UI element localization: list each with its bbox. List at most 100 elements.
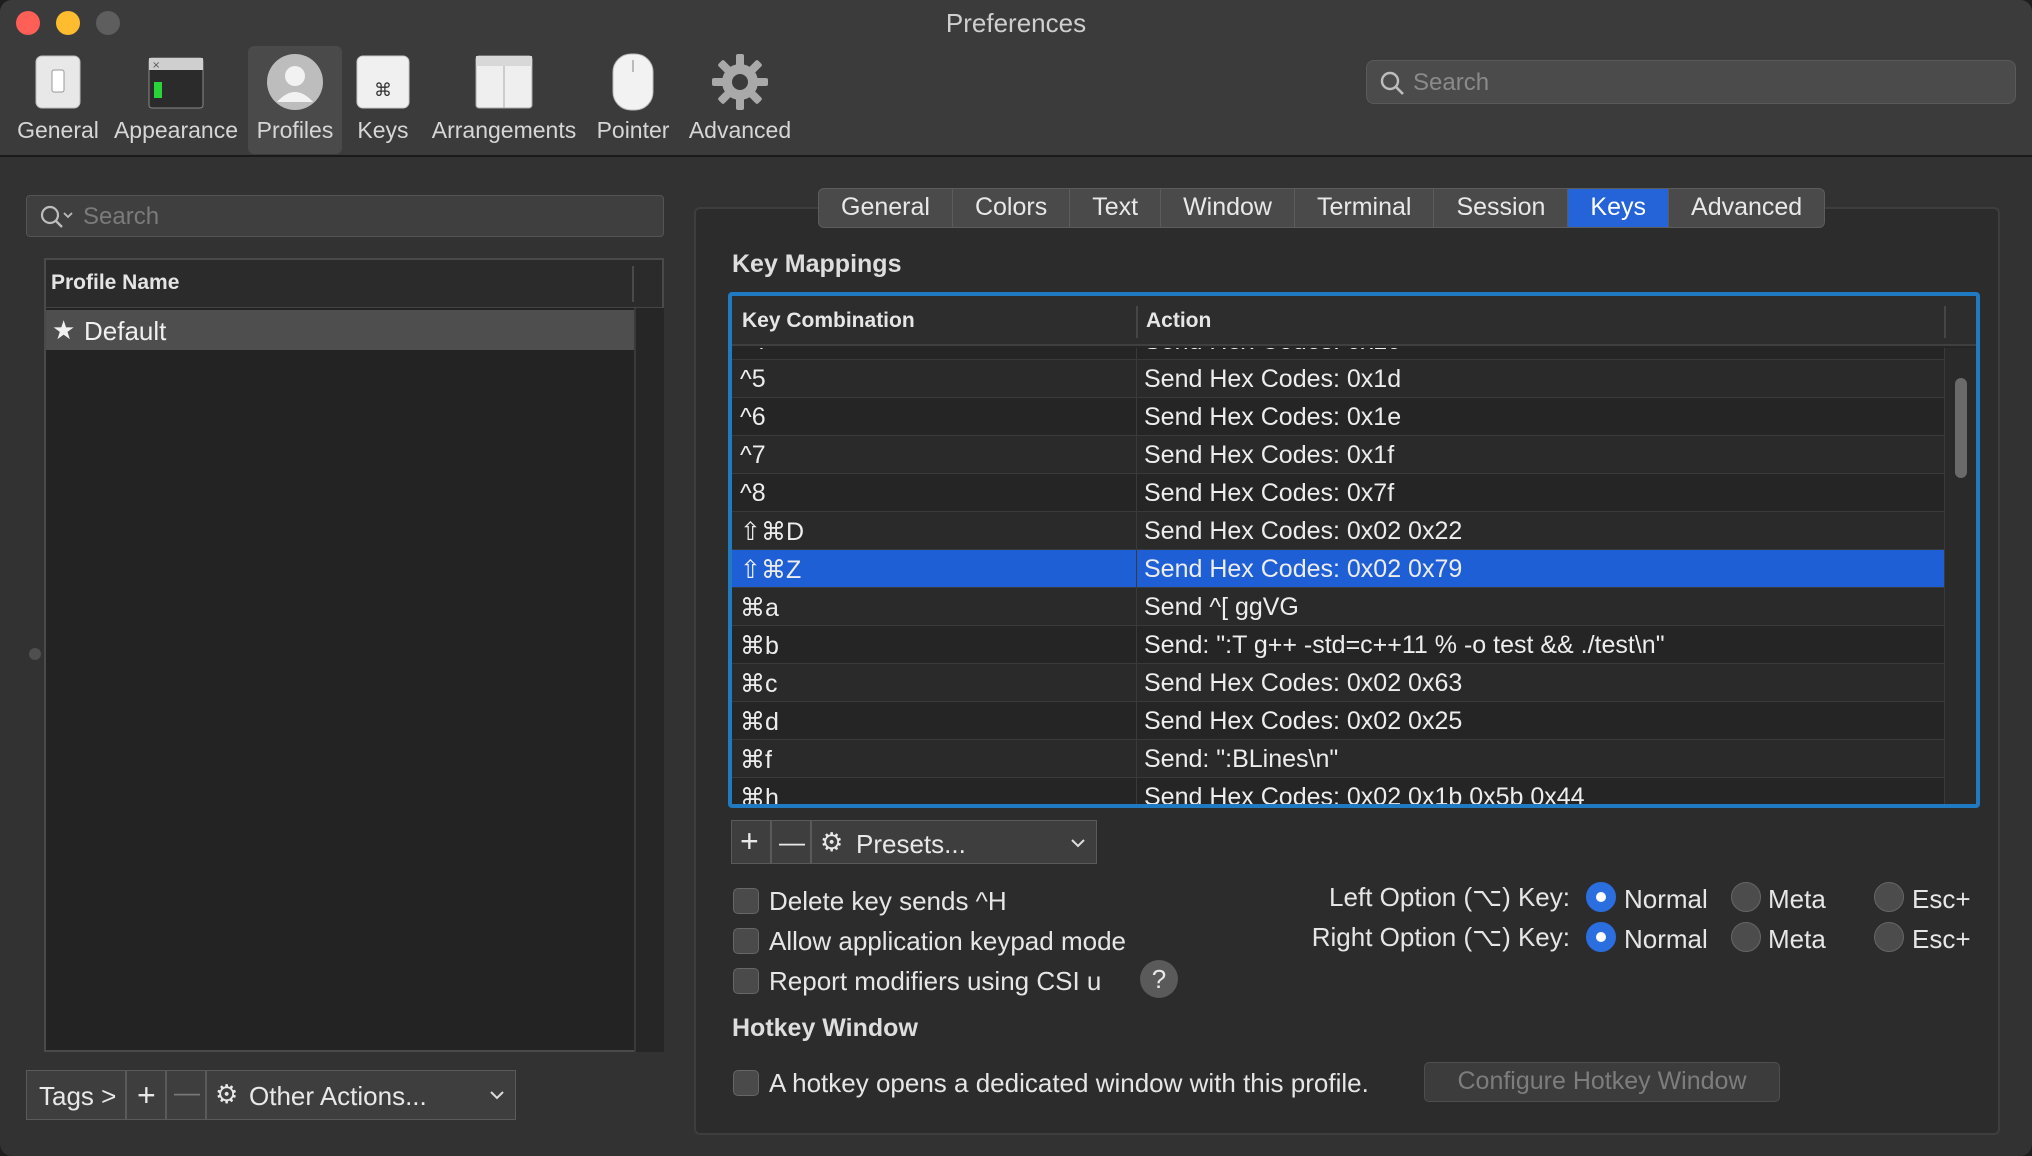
profile-name-column-header[interactable]: Profile Name <box>51 271 179 295</box>
key-mapping-row[interactable]: ⇧⌘D Send Hex Codes: 0x02 0x22 <box>732 512 1944 550</box>
search-dropdown-icon <box>40 205 73 228</box>
tab-window[interactable]: Window <box>1161 189 1295 227</box>
toolbar-search[interactable]: Search <box>1366 60 2016 104</box>
profile-list-scroll-track[interactable] <box>634 308 664 1052</box>
tab-terminal[interactable]: Terminal <box>1295 189 1435 227</box>
toolbar-appearance[interactable]: × Appearance <box>112 46 240 154</box>
action-cell: Send Hex Codes: 0x1e <box>1144 403 1402 431</box>
key-mapping-row[interactable]: ^8 Send Hex Codes: 0x7f <box>732 474 1944 512</box>
cell-separator <box>1136 436 1137 474</box>
key-combination-column-header[interactable]: Key Combination <box>742 309 915 333</box>
profile-row-default[interactable]: ★ Default <box>46 310 634 350</box>
left-option-meta-radio[interactable] <box>1731 882 1761 912</box>
tab-colors[interactable]: Colors <box>953 189 1071 227</box>
profiles-person-icon <box>267 54 323 110</box>
left-option-esc-radio[interactable] <box>1874 882 1904 912</box>
add-profile-button[interactable]: + <box>126 1070 166 1120</box>
presets-dropdown[interactable]: ⚙ Presets... <box>811 820 1097 864</box>
default-star-icon: ★ <box>52 315 76 345</box>
key-mappings-scrollbar[interactable] <box>1944 348 1976 804</box>
toolbar-profiles[interactable]: Profiles <box>248 46 342 154</box>
cell-separator <box>1136 348 1137 360</box>
key-mapping-row[interactable]: ⌘b Send: ":T g++ -std=c++11 % -o test && … <box>732 626 1944 664</box>
toolbar-pointer[interactable]: Pointer <box>592 46 674 154</box>
tab-general[interactable]: General <box>819 189 953 227</box>
key-mapping-row[interactable]: ⌘f Send: ":BLines\n" <box>732 740 1944 778</box>
help-button[interactable]: ? <box>1140 960 1178 998</box>
right-option-meta-radio[interactable] <box>1731 922 1761 952</box>
hotkey-checkbox[interactable] <box>733 1070 759 1096</box>
key-mapping-row[interactable]: ⌘d Send Hex Codes: 0x02 0x25 <box>732 702 1944 740</box>
key-combination-cell: ⇧⌘Z <box>740 556 802 584</box>
key-mappings-table[interactable]: Key Combination Action ^4 Send Hex Codes:… <box>728 292 1980 808</box>
keypad-mode-checkbox[interactable] <box>733 928 759 954</box>
key-mapping-row[interactable]: ⌘a Send ^[ ggVG <box>732 588 1944 626</box>
left-option-normal-radio[interactable] <box>1586 882 1616 912</box>
key-mappings-heading: Key Mappings <box>732 250 902 278</box>
key-mapping-row[interactable]: ^7 Send Hex Codes: 0x1f <box>732 436 1944 474</box>
action-cell: Send Hex Codes: 0x02 0x1b 0x5b 0x44 <box>1144 783 1585 808</box>
right-option-normal-radio[interactable] <box>1586 922 1616 952</box>
cell-separator <box>1136 664 1137 702</box>
profile-list-header[interactable]: Profile Name <box>46 260 662 308</box>
key-combination-cell: ^7 <box>740 441 766 469</box>
action-cell: Send Hex Codes: 0x02 0x25 <box>1144 707 1463 735</box>
action-cell: Send: ":BLines\n" <box>1144 745 1339 773</box>
right-option-esc-radio[interactable] <box>1874 922 1904 952</box>
profile-search-input[interactable]: Search <box>26 195 664 237</box>
toolbar-general[interactable]: General <box>10 46 106 154</box>
key-mapping-row[interactable]: ^4 Send Hex Codes: 0x1c <box>732 348 1944 360</box>
key-mapping-row[interactable]: ⌘h Send Hex Codes: 0x02 0x1b 0x5b 0x44 <box>732 778 1944 808</box>
cell-separator <box>1136 398 1137 436</box>
toolbar-keys[interactable]: ⌘ Keys <box>350 46 416 154</box>
tags-button[interactable]: Tags > <box>26 1070 126 1120</box>
advanced-gear-icon <box>712 54 768 110</box>
cell-separator <box>1136 550 1137 588</box>
delete-sends-h-checkbox[interactable] <box>733 888 759 914</box>
key-mappings-body: ^4 Send Hex Codes: 0x1c ^5 Send Hex Codes: … <box>732 348 1944 808</box>
action-column-header[interactable]: Action <box>1146 309 1211 333</box>
action-cell: Send Hex Codes: 0x02 0x22 <box>1144 517 1463 545</box>
toolbar-search-placeholder: Search <box>1413 69 1490 96</box>
toolbar-advanced[interactable]: Advanced <box>684 46 796 154</box>
general-switch-icon <box>35 55 81 109</box>
tab-advanced[interactable]: Advanced <box>1669 189 1824 227</box>
key-combination-cell: ⌘h <box>740 784 779 808</box>
key-mapping-row[interactable]: ^5 Send Hex Codes: 0x1d <box>732 360 1944 398</box>
add-mapping-button[interactable]: + <box>731 820 771 864</box>
profile-list[interactable]: Profile Name ★ Default <box>44 258 664 1052</box>
preferences-window: Preferences General × Appearance Profile… <box>0 0 2032 1156</box>
cell-separator <box>1136 360 1137 398</box>
key-mapping-row[interactable]: ⌘c Send Hex Codes: 0x02 0x63 <box>732 664 1944 702</box>
right-option-label: Right Option (⌥) Key: <box>1311 922 1570 952</box>
tab-session[interactable]: Session <box>1434 189 1569 227</box>
pointer-mouse-icon <box>612 53 654 111</box>
action-cell: Send Hex Codes: 0x02 0x79 <box>1144 555 1463 583</box>
remove-mapping-button[interactable]: — <box>771 820 811 864</box>
action-cell: Send Hex Codes: 0x7f <box>1144 479 1395 507</box>
scrollbar-thumb[interactable] <box>1955 378 1967 478</box>
key-combination-cell: ^6 <box>740 403 766 431</box>
keys-command-icon: ⌘ <box>356 55 410 109</box>
other-actions-dropdown[interactable]: ⚙ Other Actions... <box>206 1070 516 1120</box>
svg-text:×: × <box>152 60 160 71</box>
tab-keys[interactable]: Keys <box>1568 189 1670 227</box>
tab-text[interactable]: Text <box>1070 189 1162 227</box>
key-mappings-header: Key Combination Action <box>732 296 1976 346</box>
toolbar-arrangements[interactable]: Arrangements <box>428 46 580 154</box>
chevron-down-icon <box>1071 839 1085 848</box>
cell-separator <box>1136 588 1137 626</box>
key-mapping-row[interactable]: ⇧⌘Z Send Hex Codes: 0x02 0x79 <box>732 550 1944 588</box>
window-title: Preferences <box>945 8 1087 38</box>
appearance-window-icon: × <box>148 57 204 109</box>
configure-hotkey-window-button[interactable]: Configure Hotkey Window <box>1424 1062 1780 1102</box>
action-cell: Send Hex Codes: 0x1d <box>1144 365 1402 393</box>
report-modifiers-checkbox[interactable] <box>733 968 759 994</box>
profile-search-placeholder: Search <box>83 203 160 230</box>
key-mapping-row[interactable]: ^6 Send Hex Codes: 0x1e <box>732 398 1944 436</box>
key-combination-cell: ⇧⌘D <box>740 518 805 546</box>
profile-tabs: General Colors Text Window Terminal Sess… <box>818 188 1826 228</box>
remove-profile-button[interactable]: — <box>166 1070 206 1120</box>
key-combination-cell: ⌘d <box>740 708 779 736</box>
split-view-handle[interactable] <box>29 648 41 660</box>
